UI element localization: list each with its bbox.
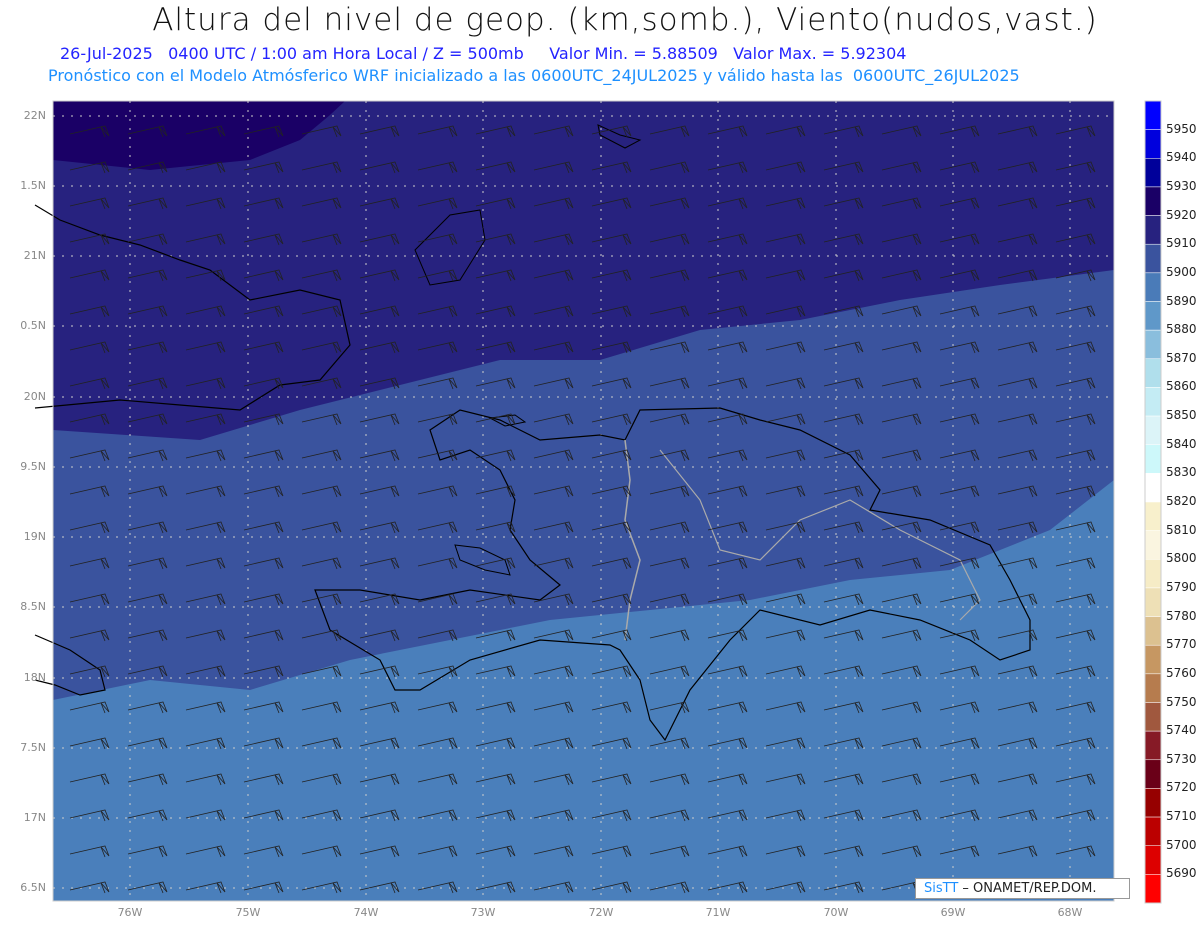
lat-label: 8.5N <box>20 600 46 613</box>
colorbar-label: 5930 <box>1166 178 1197 193</box>
colorbar-swatch <box>1144 530 1162 560</box>
colorbar-label: 5950 <box>1166 121 1197 136</box>
map-canvas <box>34 100 1162 904</box>
colorbar-label: 5890 <box>1166 293 1197 308</box>
colorbar-label: 5740 <box>1166 723 1197 738</box>
colorbar-swatch <box>1144 215 1162 245</box>
sistt-logo: SisTT <box>924 881 959 896</box>
colorbar-label: 5940 <box>1166 150 1197 165</box>
lon-label: 68W <box>1057 906 1083 919</box>
colorbar-swatch <box>1144 501 1162 531</box>
colorbar-label: 5700 <box>1166 837 1197 852</box>
lat-label: 9.5N <box>20 460 46 473</box>
colorbar-swatch <box>1144 473 1162 503</box>
lat-label: 1.5N <box>20 179 46 192</box>
lon-label: 70W <box>823 906 849 919</box>
colorbar-label: 5720 <box>1166 780 1197 795</box>
colorbar-label: 5850 <box>1166 408 1197 423</box>
colorbar-swatch <box>1144 243 1162 274</box>
lat-label: 22N <box>23 109 46 122</box>
lat-label: 18N <box>23 671 46 684</box>
lat-label: 21N <box>23 249 46 262</box>
colorbar-swatch <box>1144 358 1162 388</box>
colorbar-swatch <box>1144 616 1162 646</box>
colorbar-swatch <box>1144 444 1162 474</box>
colorbar-label: 5760 <box>1166 665 1197 680</box>
colorbar-label: 5900 <box>1166 264 1197 279</box>
lat-label: 6.5N <box>20 881 46 894</box>
colorbar-swatch <box>1144 845 1162 875</box>
credit-text: – ONAMET/REP.DOM. <box>958 881 1097 896</box>
colorbar-swatch <box>1144 788 1162 818</box>
colorbar-label: 5690 <box>1166 866 1197 881</box>
lat-label: 20N <box>23 390 46 403</box>
colorbar-swatch <box>1144 559 1162 589</box>
colorbar <box>1144 100 1162 904</box>
colorbar-swatch <box>1144 673 1162 703</box>
lat-label: 0.5N <box>20 319 46 332</box>
lon-label: 74W <box>353 906 379 919</box>
colorbar-label: 5710 <box>1166 809 1197 824</box>
colorbar-swatch <box>1144 816 1162 846</box>
colorbar-swatch <box>1144 186 1162 216</box>
colorbar-label: 5910 <box>1166 236 1197 251</box>
lon-label: 69W <box>940 906 966 919</box>
lat-label: 7.5N <box>20 741 46 754</box>
map-description: Pronóstico con el Modelo Atmósferico WRF… <box>48 66 1020 85</box>
colorbar-swatch <box>1144 158 1162 188</box>
credit-box: SisTT – ONAMET/REP.DOM. <box>915 878 1130 899</box>
lon-label: 72W <box>588 906 614 919</box>
colorbar-label: 5750 <box>1166 694 1197 709</box>
colorbar-label: 5810 <box>1166 522 1197 537</box>
colorbar-swatch <box>1144 129 1162 159</box>
colorbar-swatch <box>1144 301 1162 331</box>
colorbar-label: 5820 <box>1166 494 1197 508</box>
colorbar-label: 5870 <box>1166 350 1197 365</box>
colorbar-swatch <box>1144 644 1162 675</box>
lon-label: 76W <box>117 906 143 919</box>
colorbar-swatch <box>1144 874 1162 904</box>
map-title: Altura del nivel de geop. (km,somb.), Vi… <box>152 2 1098 38</box>
colorbar-label: 5770 <box>1166 637 1197 652</box>
colorbar-swatch <box>1144 759 1162 789</box>
colorbar-swatch <box>1144 387 1162 417</box>
colorbar-label: 5780 <box>1166 608 1197 623</box>
colorbar-label: 5730 <box>1166 751 1197 766</box>
colorbar-label: 5880 <box>1166 322 1197 337</box>
colorbar-label: 5800 <box>1166 551 1197 566</box>
colorbar-swatch <box>1144 272 1162 302</box>
colorbar-label: 5860 <box>1166 379 1197 394</box>
lat-label: 19N <box>23 530 46 543</box>
colorbar-swatch <box>1144 702 1162 732</box>
colorbar-label: 5920 <box>1166 207 1197 222</box>
lon-label: 75W <box>235 906 261 919</box>
colorbar-swatch <box>1144 329 1162 360</box>
colorbar-swatch <box>1144 415 1162 445</box>
lon-label: 71W <box>705 906 731 919</box>
map-subtitle: 26-Jul-2025 0400 UTC / 1:00 am Hora Loca… <box>60 44 907 63</box>
colorbar-swatch <box>1144 587 1162 617</box>
colorbar-label: 5790 <box>1166 579 1197 594</box>
colorbar-swatch <box>1144 730 1162 761</box>
colorbar-label: 5830 <box>1166 465 1197 480</box>
colorbar-swatch <box>1144 100 1162 130</box>
lon-label: 73W <box>470 906 496 919</box>
colorbar-label: 5840 <box>1166 436 1197 451</box>
lat-label: 17N <box>23 811 46 824</box>
